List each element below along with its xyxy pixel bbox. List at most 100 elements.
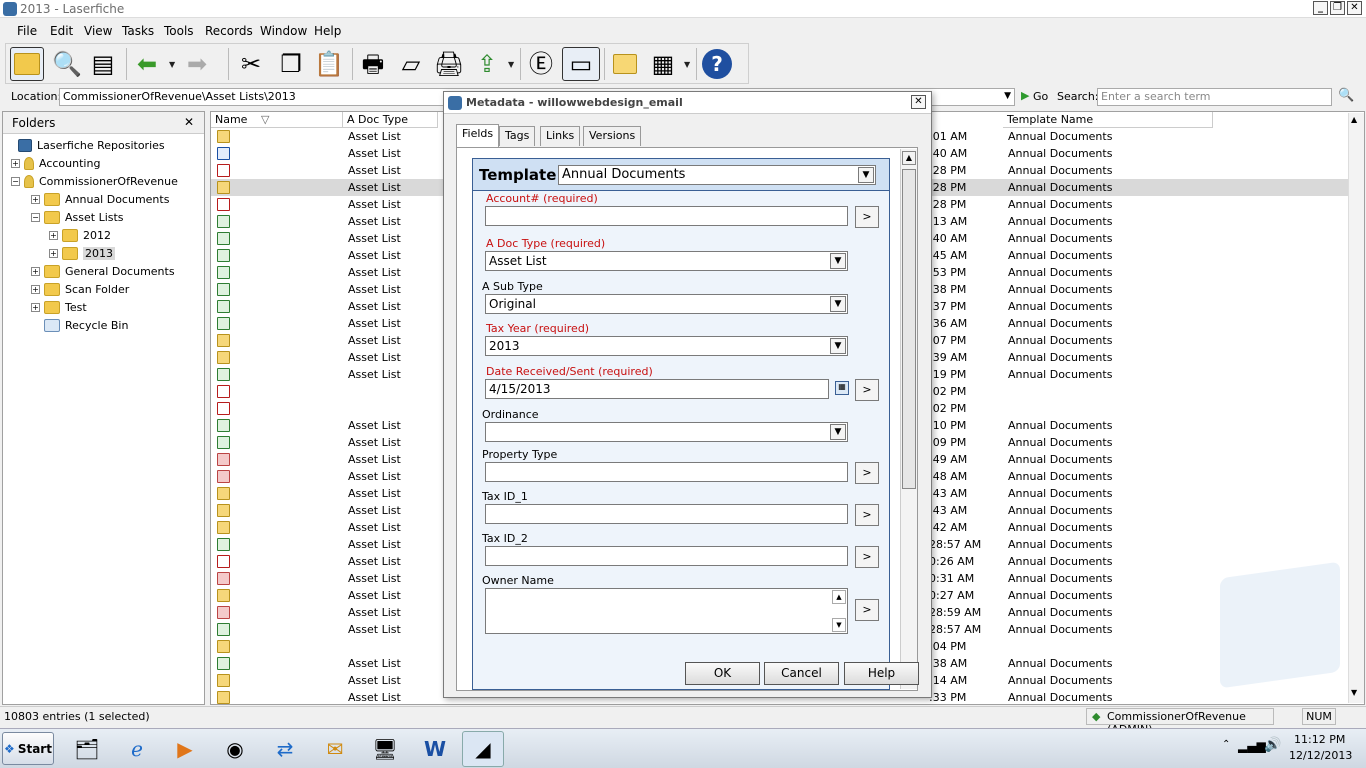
- network-icon[interactable]: ▂▄▆: [1238, 739, 1266, 753]
- menu-file[interactable]: File: [17, 24, 37, 38]
- restore-button[interactable]: ❐: [1330, 1, 1345, 15]
- field-lookup-button[interactable]: >: [855, 504, 879, 526]
- dialog-close-button[interactable]: ✕: [911, 95, 926, 109]
- sync-taskbar-icon[interactable]: ⇄: [264, 731, 306, 767]
- print-icon[interactable]: 🖶: [356, 47, 390, 81]
- tree-item[interactable]: + Accounting: [3, 154, 203, 172]
- tab-fields[interactable]: Fields: [456, 124, 500, 147]
- tab-links[interactable]: Links: [540, 126, 581, 146]
- back-dropdown-icon[interactable]: ▼: [169, 60, 177, 69]
- volume-icon[interactable]: 🔊: [1264, 737, 1281, 753]
- tab-tags[interactable]: Tags: [499, 126, 536, 146]
- expand-icon[interactable]: +: [49, 248, 58, 258]
- menu-help[interactable]: Help: [314, 24, 341, 38]
- location-dropdown-icon[interactable]: ▼: [1004, 91, 1011, 101]
- expand-icon[interactable]: +: [49, 230, 58, 240]
- tree-item[interactable]: + Annual Documents: [3, 190, 203, 208]
- chevron-down-icon[interactable]: ▼: [830, 296, 846, 312]
- expand-icon[interactable]: +: [31, 302, 40, 312]
- help-icon[interactable]: ?: [700, 47, 734, 81]
- field-input[interactable]: [485, 462, 848, 482]
- go-button[interactable]: Go: [1033, 90, 1048, 103]
- field-lookup-button[interactable]: >: [855, 206, 879, 228]
- back-arrow-icon[interactable]: ⬅: [130, 47, 164, 81]
- internet-explorer-taskbar-icon[interactable]: ℯ: [116, 731, 158, 767]
- chrome-taskbar-icon[interactable]: ◉: [214, 731, 256, 767]
- search-go-icon[interactable]: 🔍: [1338, 88, 1354, 103]
- electronic-doc-icon[interactable]: Ⓔ: [524, 47, 558, 81]
- folders-icon[interactable]: [10, 47, 44, 81]
- view-dropdown-icon[interactable]: ▼: [684, 60, 692, 69]
- cut-icon[interactable]: ✂: [234, 47, 268, 81]
- chevron-down-icon[interactable]: ▼: [830, 253, 846, 269]
- field-lookup-button[interactable]: >: [855, 462, 879, 484]
- calendar-icon[interactable]: ▦: [835, 381, 849, 395]
- column-name[interactable]: Name ▽: [211, 112, 343, 128]
- folders-close-icon[interactable]: ✕: [184, 115, 194, 129]
- field-input[interactable]: ▼: [485, 422, 848, 442]
- tree-item[interactable]: − CommissionerOfRevenue: [3, 172, 203, 190]
- ok-button[interactable]: OK: [685, 662, 760, 685]
- field-lookup-button[interactable]: >: [855, 379, 879, 401]
- field-input[interactable]: [485, 504, 848, 524]
- tree-item[interactable]: + General Documents: [3, 262, 203, 280]
- expand-icon[interactable]: −: [31, 212, 40, 222]
- clock-date[interactable]: 12/12/2013: [1289, 749, 1352, 762]
- expand-icon[interactable]: +: [31, 284, 40, 294]
- menu-tasks[interactable]: Tasks: [122, 24, 154, 38]
- remote-desktop-taskbar-icon[interactable]: 🖥: [364, 731, 406, 767]
- field-input[interactable]: 4/15/2013: [485, 379, 829, 399]
- start-button[interactable]: ❖ Start: [2, 732, 54, 765]
- import-icon[interactable]: ⇪: [470, 47, 504, 81]
- tree-item[interactable]: +2013: [3, 244, 203, 262]
- column-template-name[interactable]: Template Name: [1003, 112, 1213, 128]
- minimize-button[interactable]: _: [1313, 1, 1328, 15]
- clock-time[interactable]: 11:12 PM: [1294, 733, 1345, 746]
- tree-item[interactable]: Laserfiche Repositories: [3, 136, 203, 154]
- explorer-taskbar-icon[interactable]: 🗂: [66, 731, 108, 767]
- tree-item[interactable]: + Test: [3, 298, 203, 316]
- field-lookup-button[interactable]: >: [855, 599, 879, 621]
- media-player-taskbar-icon[interactable]: ▶: [164, 731, 206, 767]
- menu-view[interactable]: View: [84, 24, 112, 38]
- menu-window[interactable]: Window: [260, 24, 307, 38]
- field-input[interactable]: Asset List ▼: [485, 251, 848, 271]
- list-scrollbar[interactable]: ▲ ▼: [1348, 113, 1364, 703]
- close-button[interactable]: ✕: [1347, 1, 1362, 15]
- menu-records[interactable]: Records: [205, 24, 253, 38]
- import-dropdown-icon[interactable]: ▼: [508, 60, 516, 69]
- field-input[interactable]: [485, 546, 848, 566]
- laserfiche-taskbar-icon[interactable]: ◢: [462, 731, 504, 767]
- field-input[interactable]: Original ▼: [485, 294, 848, 314]
- template-select[interactable]: Annual Documents ▼: [558, 165, 876, 185]
- expand-icon[interactable]: −: [11, 176, 20, 186]
- column-doc-type[interactable]: A Doc Type: [343, 112, 438, 128]
- view-grid-icon[interactable]: ▦: [646, 47, 680, 81]
- outlook-taskbar-icon[interactable]: ✉: [314, 731, 356, 767]
- tree-item[interactable]: Recycle Bin: [3, 316, 203, 334]
- field-input[interactable]: [485, 206, 848, 226]
- tree-item[interactable]: − Asset Lists: [3, 208, 203, 226]
- search-input[interactable]: Enter a search term: [1097, 88, 1332, 106]
- menu-edit[interactable]: Edit: [50, 24, 73, 38]
- paste-icon[interactable]: 📋: [312, 47, 346, 81]
- scanner-icon[interactable]: 🖨: [432, 47, 466, 81]
- expand-icon[interactable]: +: [31, 194, 40, 204]
- copy-icon[interactable]: ❐: [274, 47, 308, 81]
- scan-icon[interactable]: ▱: [394, 47, 428, 81]
- metadata-icon[interactable]: ▭: [562, 47, 600, 81]
- chevron-down-icon[interactable]: ▼: [830, 424, 846, 440]
- form-scrollbar[interactable]: ▲ ▼: [900, 149, 917, 689]
- tree-item[interactable]: +2012: [3, 226, 203, 244]
- expand-icon[interactable]: +: [11, 158, 20, 168]
- field-input[interactable]: ▲ ▼: [485, 588, 848, 634]
- properties-icon[interactable]: ▤: [86, 47, 120, 81]
- new-folder-icon[interactable]: [608, 47, 642, 81]
- field-lookup-button[interactable]: >: [855, 546, 879, 568]
- expand-icon[interactable]: +: [31, 266, 40, 276]
- go-icon[interactable]: ▶: [1021, 89, 1029, 102]
- help-button[interactable]: Help: [844, 662, 919, 685]
- field-input[interactable]: 2013 ▼: [485, 336, 848, 356]
- tab-versions[interactable]: Versions: [583, 126, 642, 146]
- cancel-button[interactable]: Cancel: [764, 662, 839, 685]
